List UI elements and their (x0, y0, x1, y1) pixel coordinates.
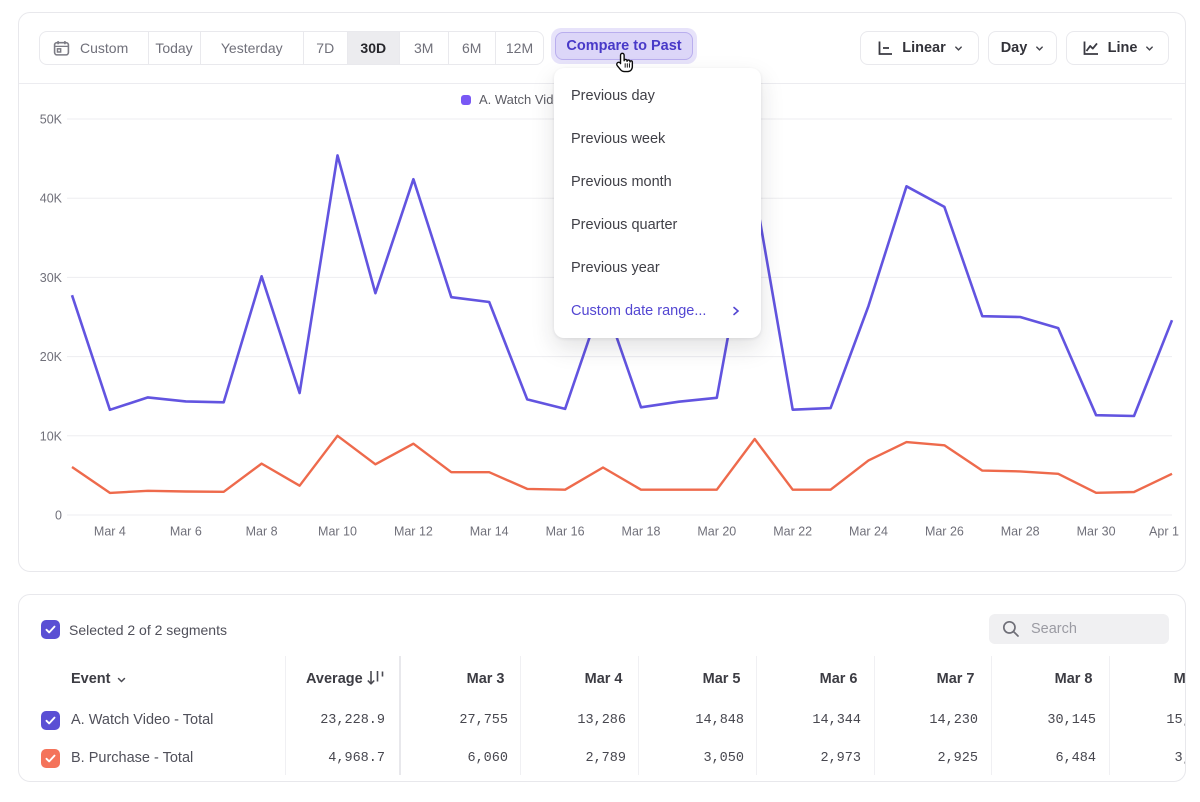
svg-text:Mar 24: Mar 24 (849, 525, 888, 539)
svg-text:Mar 30: Mar 30 (1077, 525, 1116, 539)
svg-text:20K: 20K (40, 350, 63, 364)
svg-text:Mar 12: Mar 12 (394, 525, 433, 539)
svg-text:Mar 22: Mar 22 (773, 525, 812, 539)
svg-text:Mar 8: Mar 8 (246, 525, 278, 539)
svg-text:Mar 4: Mar 4 (94, 525, 126, 539)
svg-text:30K: 30K (40, 271, 63, 285)
svg-text:Mar 10: Mar 10 (318, 525, 357, 539)
svg-text:Mar 16: Mar 16 (546, 525, 585, 539)
svg-text:Apr 1: Apr 1 (1149, 525, 1179, 539)
svg-text:Mar 14: Mar 14 (470, 525, 509, 539)
svg-text:Mar 20: Mar 20 (697, 525, 736, 539)
svg-text:50K: 50K (40, 113, 63, 127)
svg-text:Mar 18: Mar 18 (622, 525, 661, 539)
svg-text:10K: 10K (40, 429, 63, 443)
svg-text:Mar 28: Mar 28 (1001, 525, 1040, 539)
svg-text:Mar 6: Mar 6 (170, 525, 202, 539)
svg-text:Mar 26: Mar 26 (925, 525, 964, 539)
svg-text:40K: 40K (40, 192, 63, 206)
svg-text:0: 0 (55, 509, 62, 523)
